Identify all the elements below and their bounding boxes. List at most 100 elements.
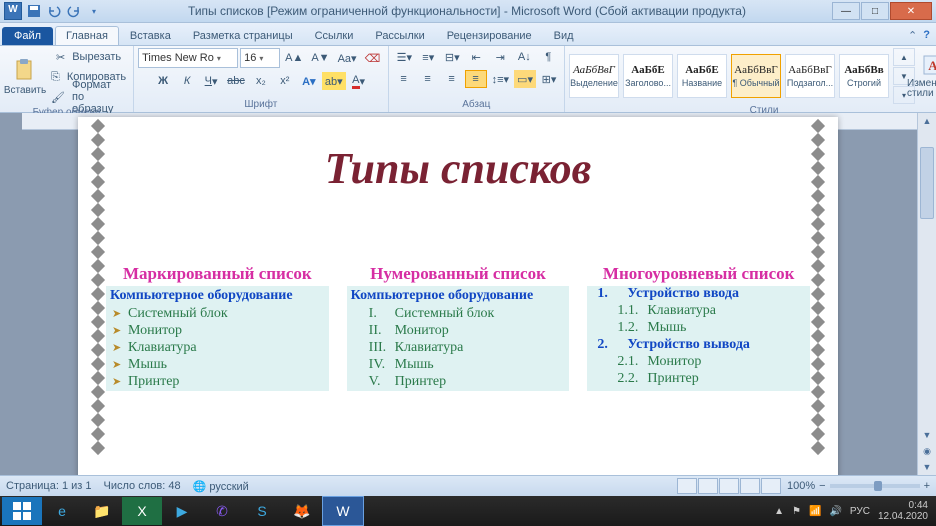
close-button[interactable]: ✕: [890, 2, 932, 20]
text-effects-button[interactable]: A▾: [298, 72, 320, 90]
tab-mailings[interactable]: Рассылки: [364, 26, 435, 45]
zoom-in-button[interactable]: +: [924, 480, 930, 492]
sort-button[interactable]: A↓: [513, 48, 535, 66]
page[interactable]: Типы списков Маркированный список Компью…: [78, 117, 838, 475]
highlight-button[interactable]: ab▾: [322, 72, 346, 90]
tray-clock[interactable]: 0:44 12.04.2020: [878, 500, 928, 522]
tab-view[interactable]: Вид: [543, 26, 585, 45]
next-page-icon[interactable]: ▼: [918, 459, 936, 475]
col-numbered: Нумерованный список Компьютерное оборудо…: [347, 264, 570, 391]
status-words[interactable]: Число слов: 48: [104, 480, 181, 492]
zoom-out-button[interactable]: −: [819, 480, 825, 492]
qat-redo-icon[interactable]: [66, 3, 82, 19]
tab-review[interactable]: Рецензирование: [436, 26, 543, 45]
bold-button[interactable]: Ж: [152, 72, 174, 90]
paste-label: Вставить: [4, 85, 46, 96]
show-marks-button[interactable]: ¶: [537, 48, 559, 66]
format-painter-button[interactable]: 🖌 Формат по образцу: [48, 88, 129, 106]
col2-header: Нумерованный список: [347, 264, 570, 286]
style-title[interactable]: АаБбЕНазвание: [677, 54, 727, 98]
list-item: V.Принтер: [347, 374, 570, 391]
align-left-button[interactable]: ≡: [393, 70, 415, 88]
skype-icon[interactable]: S: [242, 497, 282, 525]
style-emphasis[interactable]: АаБбВвГВыделение: [569, 54, 619, 98]
style-heading[interactable]: АаБбЕЗаголово...: [623, 54, 673, 98]
font-name-combo[interactable]: Times New Ro▾: [138, 48, 238, 68]
firefox-icon[interactable]: 🦊: [282, 497, 322, 525]
list-item: 2.Устройство вывода: [587, 337, 810, 354]
superscript-button[interactable]: x²: [274, 72, 296, 90]
ie-icon[interactable]: e: [42, 497, 82, 525]
tab-references[interactable]: Ссылки: [304, 26, 365, 45]
col-bulleted: Маркированный список Компьютерное оборуд…: [106, 264, 329, 391]
tray-volume-icon[interactable]: 🔊: [829, 506, 841, 517]
shrink-font-button[interactable]: A▼: [308, 49, 332, 67]
paste-button[interactable]: Вставить: [4, 52, 46, 102]
ribbon: Вставить ✂ Вырезать ⎘ Копировать 🖌 Форма…: [0, 46, 936, 113]
app-icon: W: [4, 2, 22, 20]
style-strong[interactable]: АаБбВвСтрогий: [839, 54, 889, 98]
qat-save-icon[interactable]: [26, 3, 42, 19]
underline-button[interactable]: Ч▾: [200, 72, 222, 90]
vertical-scrollbar[interactable]: ▲ ▼ ◉ ▼: [917, 113, 936, 475]
multilevel-button[interactable]: ⊟▾: [441, 48, 463, 66]
word-task-icon[interactable]: W: [322, 496, 364, 526]
align-right-button[interactable]: ≡: [441, 70, 463, 88]
scroll-down-icon[interactable]: ▼: [918, 427, 936, 443]
explorer-icon[interactable]: 📁: [82, 497, 122, 525]
zoom-level[interactable]: 100%: [787, 480, 815, 492]
ribbon-minimize-icon[interactable]: ⌃: [908, 29, 917, 42]
tab-home[interactable]: Главная: [55, 26, 119, 45]
video-icon[interactable]: ▶: [162, 497, 202, 525]
qat-dropdown-icon[interactable]: ▾: [86, 3, 102, 19]
change-case-button[interactable]: Aa▾: [335, 49, 360, 67]
excel-icon[interactable]: X: [122, 497, 162, 525]
borders-button[interactable]: ⊞▾: [538, 70, 560, 88]
document-area: Типы списков Маркированный список Компью…: [0, 113, 936, 475]
prev-page-icon[interactable]: ◉: [918, 443, 936, 459]
tab-insert[interactable]: Вставка: [119, 26, 182, 45]
list-item: 1.Устройство ввода: [587, 286, 810, 303]
start-button[interactable]: [2, 497, 42, 525]
change-styles-button[interactable]: A Изменить стили: [907, 51, 936, 101]
file-tab[interactable]: Файл: [2, 27, 53, 45]
font-color-button[interactable]: A▾: [348, 72, 370, 90]
scroll-up-icon[interactable]: ▲: [918, 113, 936, 129]
italic-button[interactable]: К: [176, 72, 198, 90]
tray-up-icon[interactable]: ▲: [774, 506, 784, 517]
tray-network-icon[interactable]: 📶: [809, 506, 821, 517]
style-normal[interactable]: АаБбВвГ¶ Обычный: [731, 54, 781, 98]
status-page[interactable]: Страница: 1 из 1: [6, 480, 92, 492]
minimize-button[interactable]: —: [832, 2, 860, 20]
cut-button[interactable]: ✂ Вырезать: [48, 48, 129, 66]
list-item: I.Системный блок: [347, 306, 570, 323]
viber-icon[interactable]: ✆: [202, 497, 242, 525]
maximize-button[interactable]: □: [861, 2, 889, 20]
subscript-button[interactable]: x₂: [250, 72, 272, 90]
qat-undo-icon[interactable]: [46, 3, 62, 19]
clear-fmt-button[interactable]: ⌫: [362, 49, 384, 67]
bullets-button[interactable]: ☰▾: [393, 48, 415, 66]
zoom-slider[interactable]: [830, 484, 920, 488]
tray-flag-icon[interactable]: ⚑: [792, 506, 801, 517]
list-item: 1.2.Мышь: [587, 320, 810, 337]
list-item: Мышь: [106, 357, 329, 374]
strike-button[interactable]: abc: [224, 72, 248, 90]
grow-font-button[interactable]: A▲: [282, 49, 306, 67]
style-subtitle[interactable]: АаБбВвГПодзагол...: [785, 54, 835, 98]
tray-lang[interactable]: РУС: [850, 506, 870, 517]
justify-button[interactable]: ≡: [465, 70, 487, 88]
dec-indent-button[interactable]: ⇤: [465, 48, 487, 66]
status-lang[interactable]: 🌐 русский: [193, 480, 249, 493]
help-icon[interactable]: ?: [923, 29, 930, 42]
scroll-thumb[interactable]: [920, 147, 934, 219]
inc-indent-button[interactable]: ⇥: [489, 48, 511, 66]
col3-header: Многоуровневый список: [587, 264, 810, 286]
numbering-button[interactable]: ≡▾: [417, 48, 439, 66]
view-buttons[interactable]: [677, 478, 781, 494]
font-size-combo[interactable]: 16▾: [240, 48, 280, 68]
align-center-button[interactable]: ≡: [417, 70, 439, 88]
shading-button[interactable]: ▭▾: [514, 70, 536, 88]
line-spacing-button[interactable]: ↕≡▾: [489, 70, 512, 88]
tab-layout[interactable]: Разметка страницы: [182, 26, 304, 45]
